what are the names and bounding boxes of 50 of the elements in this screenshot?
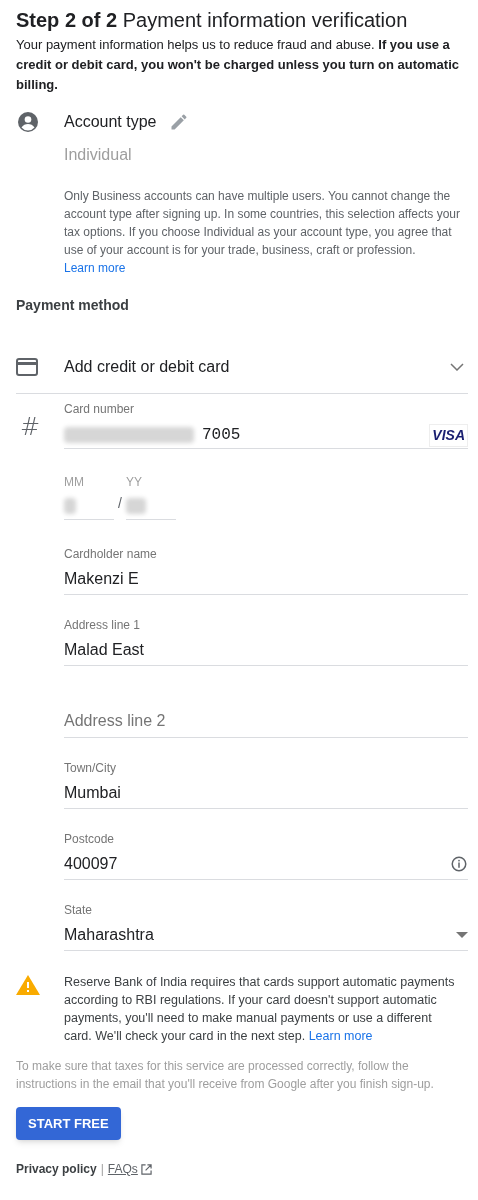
field-placeholder: Address line 2 [64, 711, 166, 731]
field-label: State [64, 902, 94, 918]
credit-card-icon [16, 357, 38, 376]
date-separator: / [117, 494, 123, 513]
intro-text: Your payment information helps us to reduce fraud and abuse. If you use a credit or debit card, you won't be charged unless you turn on automatic billing. [16, 36, 460, 94]
hash-icon: # [0, 409, 64, 449]
learn-more-link[interactable]: Learn more [308, 1029, 373, 1043]
warning-icon [16, 975, 40, 995]
chevron-down-icon [450, 362, 464, 371]
field-value: Malad East [64, 640, 145, 660]
link-separator: | [100, 1161, 104, 1178]
external-link-icon [140, 1163, 152, 1175]
rbi-notice: Reserve Bank of India requires that cards support automatic payments according to RBI regulations. If your card doesn't support automatic payments, you'll need to make manual payments or use a different card. We'll check your card in the next step. Learn more [64, 974, 456, 1045]
input-field[interactable]: Postcode 400097 [64, 831, 468, 880]
privacy-policy-link[interactable]: Privacy policy [16, 1160, 97, 1178]
field-value: Mumbai [64, 783, 121, 803]
blurred-digits [64, 498, 76, 514]
select-field[interactable]: State Maharashtra [64, 902, 468, 951]
card-number-digits: 7005 [202, 425, 241, 446]
account-type-label: Account type [64, 112, 157, 132]
selector-text: Add credit or debit card [64, 356, 231, 377]
payment-method-selector[interactable]: Add credit or debit card [16, 340, 468, 394]
card-number-field[interactable]: Card number 7005 VISA [64, 400, 468, 449]
account-type-note: Only Business accounts can have multiple users. You cannot change the account type after signing up. In some countries, this selection affects your tax options. If you choose Individual as your account type, you agree that use of your account is for your trade, business, craft or profession. Learn more [64, 188, 461, 277]
info-icon[interactable] [450, 855, 468, 873]
page-title: Step 2 of 2 Payment information verification [16, 8, 409, 33]
account-icon [16, 110, 40, 134]
start-free-button[interactable]: START FREE [16, 1107, 121, 1140]
field-label: Town/City [64, 760, 117, 776]
input-field[interactable]: Cardholder name Makenzi E [64, 546, 468, 595]
field-value: Makenzi E [64, 569, 139, 589]
blurred-digits [125, 498, 146, 514]
payment-method-heading: Payment method [15, 296, 130, 315]
dropdown-arrow-icon[interactable] [456, 932, 468, 938]
field-value: 400097 [64, 854, 118, 874]
faqs-link[interactable]: FAQs [107, 1160, 138, 1178]
field-label: Cardholder name [64, 546, 158, 562]
field-label: MM [64, 474, 85, 491]
account-type-value: Individual [64, 145, 133, 165]
input-field[interactable]: Address line 1 Malad East [64, 617, 468, 666]
tax-note: To make sure that taxes for this service are processed correctly, follow the instructions in the email that you'll receive from Google after you finish sign-up. [15, 1058, 435, 1093]
learn-more-link[interactable]: Learn more [64, 261, 126, 275]
field-label: YY [125, 474, 143, 491]
field-label: Postcode [64, 831, 116, 847]
field-value: Maharashtra [64, 925, 154, 945]
field-label: Card number [64, 401, 136, 418]
field-label: Address line 1 [64, 617, 142, 633]
visa-logo: VISA [429, 423, 468, 447]
input-field[interactable]: Town/City Mumbai [64, 760, 468, 809]
input-field[interactable]: Address line 2 [64, 688, 468, 738]
